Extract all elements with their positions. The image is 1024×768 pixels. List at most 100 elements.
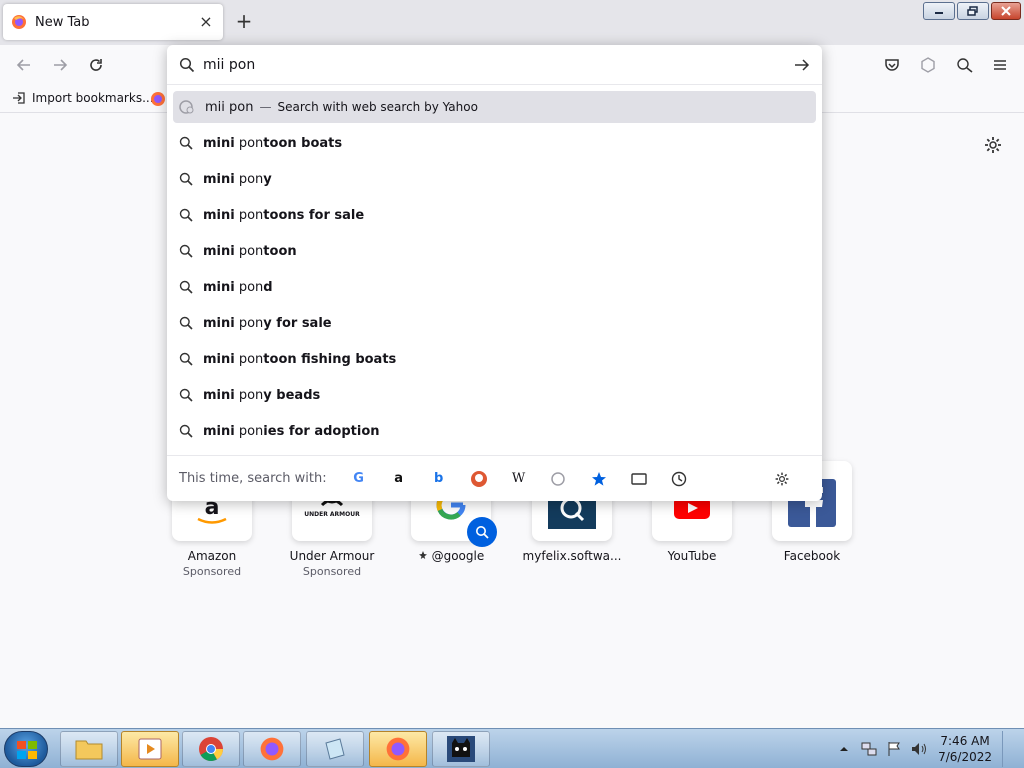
cat-app-taskbar-button[interactable] [432,731,490,767]
notepad-icon [325,738,345,760]
action-center-flag-icon[interactable] [886,741,902,757]
yahoo-search-icon [179,100,194,114]
search-icon [179,316,193,330]
suggestion-text: mini pond [203,279,273,295]
chrome-icon [199,737,223,762]
firefox-active-taskbar-button[interactable] [369,731,427,767]
pin-icon [418,551,427,559]
duckduckgo-engine-icon[interactable] [467,467,491,491]
tab-strip: New Tab × + [0,0,1024,45]
media-player-icon [138,738,162,760]
firefox-taskbar-button[interactable] [243,731,301,767]
bing-engine-icon[interactable]: b [427,467,451,491]
suggestion-item[interactable]: mini ponies for adoption [167,413,822,449]
search-with-label: This time, search with: [179,471,327,486]
search-icon [179,208,193,222]
search-settings-gear-icon[interactable] [770,467,794,491]
suggestion-text: mini ponies for adoption [203,423,380,439]
suggestion-text: mini pontoon boats [203,135,343,151]
suggestion-item[interactable]: mini pony [167,161,822,197]
search-icon [179,57,195,72]
reload-icon[interactable] [86,55,106,75]
notepad-taskbar-button[interactable] [306,731,364,767]
bookmarks-star-icon[interactable] [587,467,611,491]
restore-button[interactable] [957,2,989,20]
explorer-taskbar-button[interactable] [60,731,118,767]
menu-icon[interactable] [990,55,1010,75]
tabs-icon[interactable] [627,467,651,491]
url-input[interactable] [203,56,794,73]
tile-label: myfelix.softwa... [522,549,622,563]
google-engine-icon[interactable]: G [347,467,371,491]
start-button[interactable] [4,731,48,767]
under-armour-logo-text: UNDER ARMOUR [304,511,360,518]
suggestion-text: mini pontoons for sale [203,207,365,223]
import-icon [13,92,25,104]
firefox-icon [386,737,410,761]
suggestion-item[interactable]: mini pontoon [167,233,822,269]
windows-taskbar: 7:46 AM 7/6/2022 [0,728,1024,768]
google-search-badge[interactable] [467,517,497,547]
back-icon[interactable] [14,55,34,75]
cat-app-icon [447,736,475,762]
amazon-engine-icon[interactable]: a [387,467,411,491]
suggestion-item[interactable]: mini pond [167,269,822,305]
suggestion-text: mini pontoon [203,243,297,259]
tab-close-button[interactable]: × [197,13,215,31]
minimize-button[interactable] [923,2,955,20]
extension-icon[interactable] [918,55,938,75]
search-icon [179,172,193,186]
system-clock[interactable]: 7:46 AM 7/6/2022 [938,733,992,765]
new-tab-button[interactable]: + [233,11,255,33]
tile-sponsored: Sponsored [302,565,362,578]
go-arrow-icon[interactable] [794,57,810,73]
search-icon [179,352,193,366]
window-close-button[interactable] [991,2,1021,20]
tile-sponsored: Sponsored [182,565,242,578]
search-icon [179,280,193,294]
media-player-taskbar-button[interactable] [121,731,179,767]
search-icon [179,136,193,150]
network-icon[interactable] [860,741,878,757]
search-icon [179,244,193,258]
suggestion-web-search[interactable]: mii pon — Search with web search by Yaho… [173,91,816,123]
suggestion-item[interactable]: mini pony for sale [167,305,822,341]
suggestion-item[interactable]: mini pony beads [167,377,822,413]
suggestion-item[interactable]: mini pontoon fishing boats [167,341,822,377]
import-bookmarks-label: Import bookmarks... [32,91,154,105]
suggestion-item[interactable]: mini pontoons for sale [167,197,822,233]
suggestion-item[interactable]: mini pontoon boats [167,125,822,161]
urlbar-popup: mii pon — Search with web search by Yaho… [167,45,822,501]
search-icon [179,388,193,402]
tile-label: YouTube [667,549,717,563]
wikipedia-engine-icon[interactable]: W [507,467,531,491]
show-hidden-icons-icon[interactable] [838,743,850,755]
search-icon [179,424,193,438]
forward-icon[interactable] [50,55,70,75]
pocket-icon[interactable] [882,55,902,75]
clock-time: 7:46 AM [940,734,990,748]
yahoo-engine-icon[interactable] [547,467,571,491]
search-icon [476,526,489,539]
tile-label-row: @google [401,549,501,563]
page-settings-gear-icon[interactable] [983,135,1003,155]
show-desktop-button[interactable] [1002,731,1014,767]
firefox-icon [12,15,26,29]
folder-icon [75,740,103,760]
import-bookmarks-button[interactable]: Import bookmarks... [12,91,154,105]
suggestion-text: mini pony [203,171,272,187]
suggestion-text: mini pontoon fishing boats [203,351,397,367]
chrome-taskbar-button[interactable] [182,731,240,767]
tile-label: Under Armour [289,549,375,563]
tile-label: @google [431,549,485,563]
tab-new-tab[interactable]: New Tab × [3,4,223,40]
history-clock-icon[interactable] [667,467,691,491]
suggestion-text: mini pony for sale [203,315,332,331]
firefox-icon [260,737,284,761]
firefox-bookmark-icon[interactable] [150,91,166,107]
window-controls [923,2,1021,20]
suggestion-text: mini pony beads [203,387,321,403]
search-extension-icon[interactable] [955,55,975,75]
clock-date: 7/6/2022 [938,750,992,764]
volume-icon[interactable] [910,741,928,757]
